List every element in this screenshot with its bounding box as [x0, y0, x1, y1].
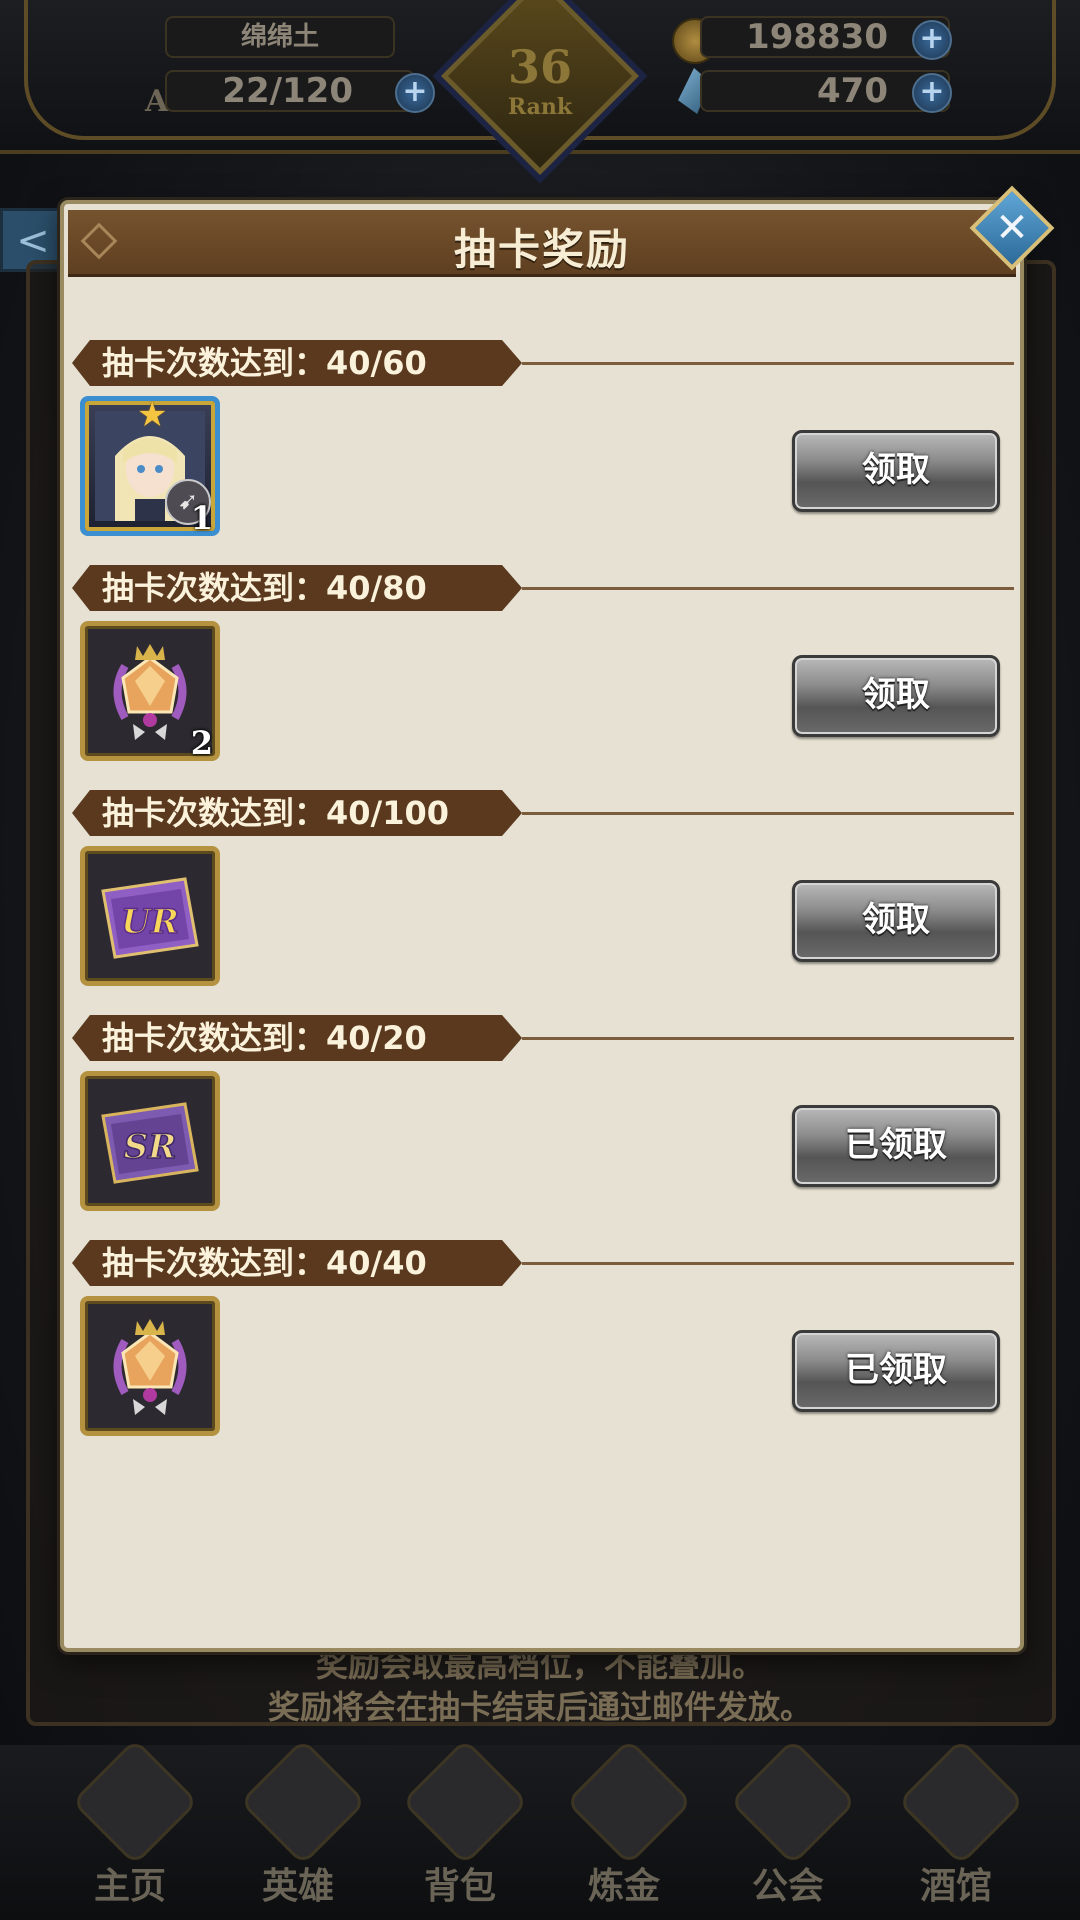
close-icon[interactable]: ✕ — [992, 206, 1032, 250]
claimed-button[interactable]: 已领取 — [792, 1105, 1000, 1187]
backpack-icon — [401, 1738, 529, 1866]
nav-tavern[interactable]: 酒馆 — [876, 1738, 1036, 1920]
reward-threshold-label: 抽卡次数达到：40/100 — [102, 794, 450, 832]
divider — [522, 1037, 1014, 1040]
divider — [522, 812, 1014, 815]
reward-threshold-banner: 抽卡次数达到：40/60 — [72, 340, 522, 386]
nav-label: 炼金 — [587, 1866, 660, 1907]
reward-item[interactable]: UR — [80, 846, 220, 986]
divider — [522, 1262, 1014, 1265]
reward-threshold-banner: 抽卡次数达到：40/100 — [72, 790, 522, 836]
item-count: 2 — [190, 724, 213, 762]
nav-home[interactable]: 主页 — [50, 1738, 210, 1920]
ur-ticket-icon: UR — [95, 861, 205, 971]
divider — [522, 362, 1014, 365]
rank-label: Rank — [507, 94, 573, 120]
modal-header: 抽卡奖励 — [68, 210, 1016, 277]
reward-threshold-label: 抽卡次数达到：40/60 — [102, 344, 427, 382]
add-gem-icon[interactable]: + — [912, 73, 952, 113]
castle-icon — [71, 1738, 199, 1866]
modal-title: 抽卡奖励 — [453, 225, 630, 274]
reward-threshold-label: 抽卡次数达到：40/40 — [102, 1244, 427, 1282]
nav-alchemy[interactable]: 炼金 — [544, 1738, 704, 1920]
nav-guild[interactable]: 公会 — [708, 1738, 868, 1920]
divider — [522, 587, 1014, 590]
star-icon: ★ — [137, 395, 168, 435]
top-hud: 绵绵土 AP 22/120 + 36 Rank 198830 + 470 + — [0, 0, 1080, 175]
nav-bag[interactable]: 背包 — [380, 1738, 540, 1920]
rank-number: 36 — [507, 40, 572, 94]
claim-button[interactable]: 领取 — [792, 430, 1000, 512]
reward-item[interactable]: 2 — [80, 621, 220, 762]
potion-flask-icon — [565, 1738, 693, 1866]
nav-label: 酒馆 — [919, 1866, 992, 1907]
reward-threshold-banner: 抽卡次数达到：40/40 — [72, 1240, 522, 1286]
reward-item[interactable]: ★ ➹ 1 — [80, 395, 220, 537]
nav-heroes[interactable]: 英雄 — [218, 1738, 378, 1920]
reward-threshold-banner: 抽卡次数达到：40/20 — [72, 1015, 522, 1061]
crown-crystal-emblem-icon — [95, 636, 205, 746]
bottom-nav: 主页 英雄 背包 炼金 公会 酒馆 — [0, 1738, 1080, 1920]
claimed-button[interactable]: 已领取 — [792, 1330, 1000, 1412]
reward-item[interactable]: SR — [80, 1071, 220, 1211]
ap-counter: 22/120 — [165, 70, 415, 112]
claim-button[interactable]: 领取 — [792, 655, 1000, 737]
add-gold-icon[interactable]: + — [912, 20, 952, 60]
crown-crystal-emblem-icon — [95, 1311, 205, 1421]
reward-note-line-2: 奖励将会在抽卡结束后通过邮件发放。 — [267, 1688, 812, 1726]
nav-label: 背包 — [423, 1866, 496, 1907]
ticket-text: UR — [121, 902, 179, 942]
sr-ticket-icon: SR — [95, 1086, 205, 1196]
guild-shield-icon — [729, 1738, 857, 1866]
gacha-reward-modal: 抽卡奖励 ✕ 抽卡次数达到：40/60 ★ ➹ 1 领取 抽卡次数达到：40/8… — [60, 185, 1055, 1652]
item-count: 1 — [190, 499, 213, 537]
nav-label: 英雄 — [261, 1866, 334, 1907]
claim-button[interactable]: 领取 — [792, 880, 1000, 962]
reward-threshold-banner: 抽卡次数达到：40/80 — [72, 565, 522, 611]
add-ap-icon[interactable]: + — [395, 73, 435, 113]
beer-mug-icon — [897, 1738, 1025, 1866]
player-name: 绵绵土 — [165, 16, 395, 58]
helmet-icon — [239, 1738, 367, 1866]
reward-threshold-label: 抽卡次数达到：40/20 — [102, 1019, 427, 1057]
reward-item[interactable] — [80, 1296, 220, 1436]
ticket-text: SR — [124, 1127, 177, 1167]
nav-label: 公会 — [751, 1866, 824, 1907]
nav-label: 主页 — [93, 1866, 166, 1907]
reward-threshold-label: 抽卡次数达到：40/80 — [102, 569, 427, 607]
